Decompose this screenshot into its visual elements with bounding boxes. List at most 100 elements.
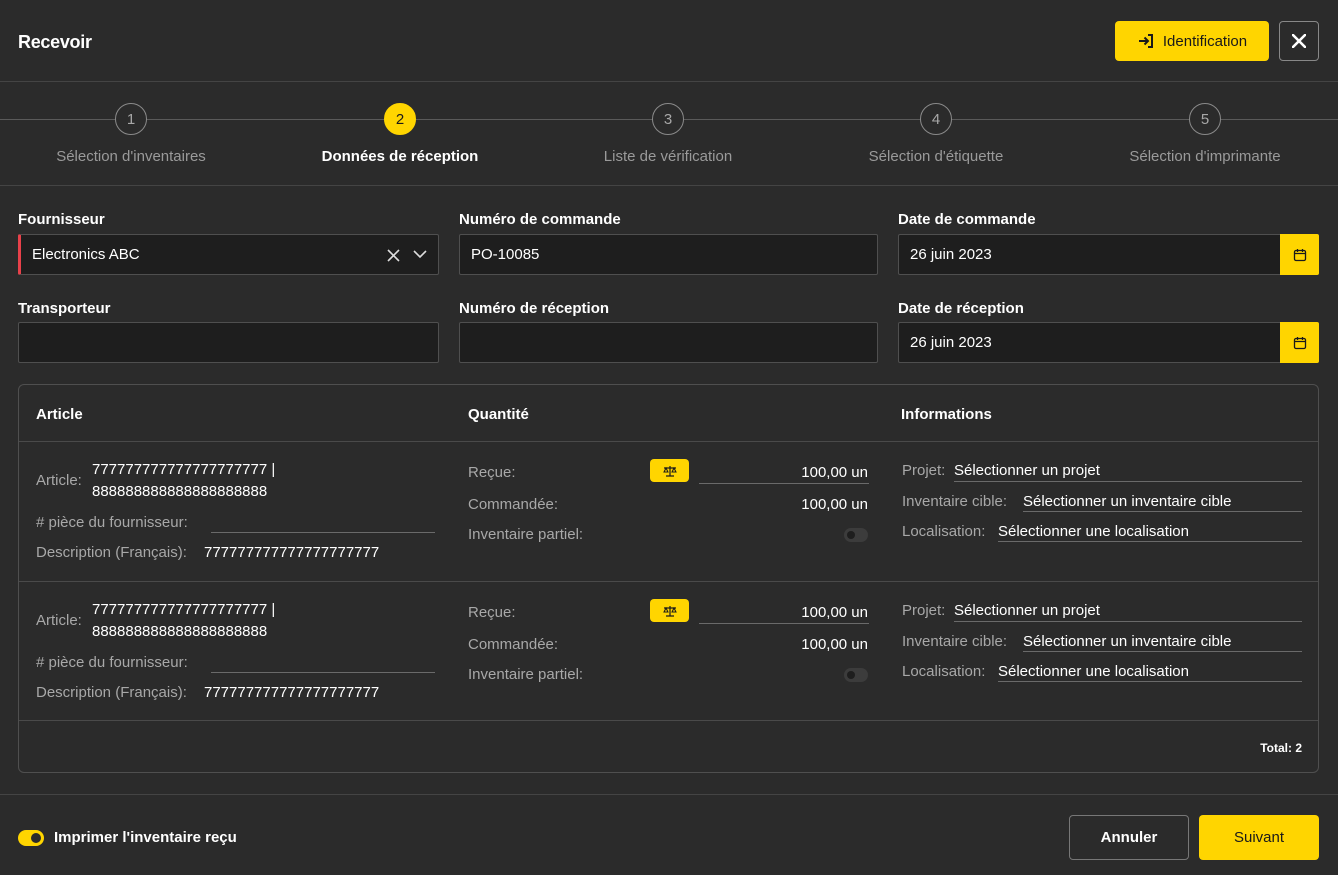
close-icon (1292, 34, 1306, 48)
projet-underline (954, 621, 1302, 622)
calendar-icon (1293, 336, 1306, 349)
article-line2: 888888888888888888888 (92, 483, 268, 500)
description-label: Description (Français): (36, 544, 187, 561)
next-button[interactable]: Suivant (1199, 815, 1319, 860)
inventaire-cible-underline (1023, 511, 1302, 512)
step-4-label[interactable]: Sélection d'étiquette (802, 148, 1070, 165)
description-value: 777777777777777777777 (204, 684, 380, 701)
row-divider (19, 581, 1318, 582)
partiel-toggle[interactable] (844, 668, 868, 682)
numero-reception-input[interactable] (459, 322, 878, 363)
clear-x-icon[interactable] (387, 249, 400, 262)
piece-input[interactable] (211, 532, 435, 533)
step-3-label[interactable]: Liste de vérification (534, 148, 802, 165)
close-button[interactable] (1279, 21, 1319, 61)
recue-underline (699, 483, 869, 484)
localisation-label: Localisation: (902, 663, 986, 680)
article-label: Article: (36, 612, 82, 629)
localisation-underline (998, 681, 1302, 682)
recue-value[interactable]: 100,00 un (748, 464, 868, 481)
projet-label: Projet: (902, 602, 946, 619)
step-1-label[interactable]: Sélection d'inventaires (0, 148, 265, 165)
partiel-label: Inventaire partiel: (468, 666, 584, 683)
date-commande-value: 26 juin 2023 (910, 246, 992, 263)
inventaire-cible-label: Inventaire cible: (902, 633, 1008, 650)
partiel-label: Inventaire partiel: (468, 526, 584, 543)
chevron-down-icon[interactable] (413, 250, 427, 259)
inventaire-cible-select[interactable]: Sélectionner un inventaire cible (1023, 493, 1231, 510)
commandee-value: 100,00 un (801, 496, 868, 513)
partiel-toggle[interactable] (844, 528, 868, 542)
step-3-circle[interactable]: 3 (652, 103, 684, 135)
scale-button[interactable] (650, 599, 689, 622)
inventaire-cible-underline (1023, 651, 1302, 652)
commandee-value: 100,00 un (801, 636, 868, 653)
article-label: Article: (36, 472, 82, 489)
projet-select[interactable]: Sélectionner un projet (954, 462, 1100, 479)
date-reception-value: 26 juin 2023 (910, 334, 992, 351)
scale-icon (662, 605, 677, 617)
step-2-label[interactable]: Données de réception (266, 148, 534, 165)
localisation-label: Localisation: (902, 523, 986, 540)
inventaire-cible-label: Inventaire cible: (902, 493, 1008, 510)
sign-in-icon (1138, 34, 1153, 48)
date-commande-input[interactable]: 26 juin 2023 (898, 234, 1281, 275)
stepper: 1 Sélection d'inventaires 2 Données de r… (0, 82, 1338, 186)
print-toggle-label[interactable]: Imprimer l'inventaire reçu (54, 829, 237, 846)
dialog-title: Recevoir (18, 32, 92, 52)
cancel-button[interactable]: Annuler (1069, 815, 1189, 860)
projet-underline (954, 481, 1302, 482)
article-line2: 888888888888888888888 (92, 623, 268, 640)
fournisseur-select[interactable]: Electronics ABC (18, 234, 439, 275)
dialog-header: Recevoir Identification (0, 0, 1338, 82)
recue-value[interactable]: 100,00 un (748, 604, 868, 621)
numero-commande-value: PO-10085 (471, 246, 540, 263)
numero-commande-input[interactable]: PO-10085 (459, 234, 878, 275)
projet-select[interactable]: Sélectionner un projet (954, 602, 1100, 619)
piece-input[interactable] (211, 672, 435, 673)
identification-label: Identification (1162, 32, 1248, 50)
inventaire-cible-select[interactable]: Sélectionner un inventaire cible (1023, 633, 1231, 650)
projet-label: Projet: (902, 462, 946, 479)
date-reception-label: Date de réception (898, 300, 1024, 317)
scale-button[interactable] (650, 459, 689, 482)
date-commande-label: Date de commande (898, 211, 1036, 228)
column-header-article: Article (36, 406, 83, 423)
date-reception-calendar-button[interactable] (1280, 322, 1319, 363)
step-5-circle[interactable]: 5 (1189, 103, 1221, 135)
header-divider (19, 441, 1318, 442)
recue-label: Reçue: (468, 464, 516, 481)
transporteur-input[interactable] (18, 322, 439, 363)
row-divider (19, 720, 1318, 721)
date-commande-calendar-button[interactable] (1280, 234, 1319, 275)
footer-divider (0, 794, 1338, 795)
step-1-circle[interactable]: 1 (115, 103, 147, 135)
localisation-select[interactable]: Sélectionner une localisation (998, 663, 1189, 680)
numero-commande-label: Numéro de commande (459, 211, 621, 228)
numero-reception-label: Numéro de réception (459, 300, 610, 317)
identification-button[interactable]: Identification (1115, 21, 1269, 61)
article-line1: 777777777777777777777 | (92, 461, 276, 478)
transporteur-label: Transporteur (18, 300, 111, 317)
column-header-informations: Informations (901, 406, 992, 423)
articles-table: Article Quantité Informations Article: 7… (18, 384, 1319, 773)
step-4-circle[interactable]: 4 (920, 103, 952, 135)
commandee-label: Commandée: (468, 636, 559, 653)
column-header-quantite: Quantité (468, 406, 529, 423)
localisation-select[interactable]: Sélectionner une localisation (998, 523, 1189, 540)
step-5-label[interactable]: Sélection d'imprimante (1071, 148, 1338, 165)
description-value: 777777777777777777777 (204, 544, 380, 561)
commandee-label: Commandée: (468, 496, 559, 513)
date-reception-input[interactable]: 26 juin 2023 (898, 322, 1281, 363)
article-line1: 777777777777777777777 | (92, 601, 276, 618)
recue-label: Reçue: (468, 604, 516, 621)
fournisseur-label: Fournisseur (18, 211, 105, 228)
print-toggle[interactable] (18, 830, 44, 846)
step-2-circle[interactable]: 2 (384, 103, 416, 135)
fournisseur-value: Electronics ABC (32, 246, 140, 263)
recue-underline (699, 623, 869, 624)
table-total: Total: 2 (1260, 741, 1302, 755)
scale-icon (662, 465, 677, 477)
description-label: Description (Français): (36, 684, 187, 701)
piece-label: # pièce du fournisseur: (36, 654, 188, 671)
